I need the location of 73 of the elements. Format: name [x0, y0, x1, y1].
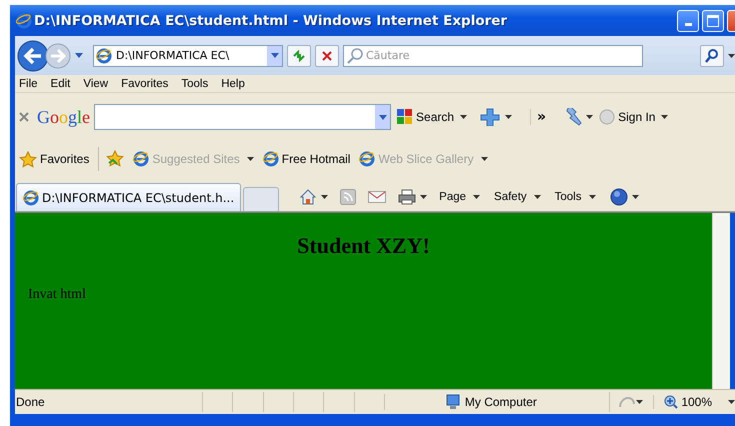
page-icon	[96, 48, 112, 64]
close-icon	[322, 50, 332, 60]
add-favorite-icon[interactable]	[106, 150, 126, 168]
star-icon	[19, 150, 37, 168]
caret-icon	[534, 195, 541, 199]
search-field[interactable]	[94, 104, 392, 130]
page-icon	[23, 190, 39, 206]
dropdown-icon[interactable]	[420, 195, 428, 199]
scrollbar[interactable]	[712, 213, 730, 389]
menu-item[interactable]: View	[79, 78, 118, 90]
zoom-icon	[664, 395, 678, 409]
feed-icon[interactable]	[340, 189, 356, 205]
squares-icon	[397, 109, 414, 125]
page-heading: Student XZY!	[296, 233, 431, 259]
favorite-link[interactable]: Free Hotmail	[260, 151, 352, 167]
menu-item[interactable]: Help	[217, 78, 254, 90]
menu-item[interactable]: Edit	[46, 78, 80, 90]
close-icon[interactable]	[19, 112, 29, 122]
window-title: D:\INFORMATICA EC\student.html - Windows Internet Explorer	[34, 12, 508, 28]
security-zone: My Computer	[464, 395, 537, 409]
minimize-button[interactable]	[677, 10, 699, 32]
dropdown-icon[interactable]	[661, 115, 668, 119]
menu-button[interactable]: Page	[437, 191, 482, 203]
maximize-button[interactable]	[702, 10, 724, 32]
more-button[interactable]: »	[530, 109, 552, 125]
dropdown-icon[interactable]	[728, 54, 735, 58]
search-icon	[347, 48, 363, 64]
search-button[interactable]: Search	[395, 109, 456, 125]
dropdown-button[interactable]	[375, 105, 390, 129]
google-logo: Google	[37, 106, 90, 128]
menu-button[interactable]: Safety	[492, 191, 543, 203]
page-icon	[262, 151, 279, 167]
dropdown-button[interactable]	[267, 46, 282, 66]
plus-icon[interactable]	[479, 108, 502, 126]
dropdown-icon[interactable]	[321, 195, 328, 199]
home-icon[interactable]	[299, 188, 318, 206]
browser-tab[interactable]: D:\INFORMATICA EC\student.h...	[16, 183, 242, 211]
sign-in-button[interactable]: Sign In	[597, 109, 658, 125]
favorites-button[interactable]: Favorites	[17, 150, 92, 168]
caret-icon	[378, 114, 387, 120]
mail-icon[interactable]	[368, 190, 386, 204]
caret-icon	[473, 195, 480, 199]
search-icon	[705, 48, 719, 62]
menu-item[interactable]: File	[15, 78, 47, 90]
dropdown-icon[interactable]	[636, 400, 644, 404]
caret-icon	[270, 53, 278, 58]
stop-button[interactable]	[315, 44, 339, 66]
back-icon[interactable]	[17, 40, 49, 72]
computer-icon	[444, 394, 461, 410]
dropdown-icon[interactable]	[75, 53, 83, 58]
status-text: Done	[15, 395, 46, 409]
page-icon	[133, 151, 150, 167]
refresh-button[interactable]	[287, 44, 311, 66]
menu-item[interactable]: Favorites	[117, 78, 178, 90]
dropdown-icon[interactable]	[460, 115, 468, 119]
circle-icon	[599, 109, 616, 125]
dropdown-icon[interactable]	[586, 115, 594, 119]
dropdown-icon[interactable]	[505, 115, 512, 119]
caret-icon	[588, 195, 596, 199]
printer-icon[interactable]	[398, 189, 416, 205]
address-field[interactable]: D:\INFORMATICA EC\	[93, 44, 283, 66]
page-text: Invat html	[28, 287, 87, 303]
dropdown-icon[interactable]	[632, 195, 638, 199]
help-icon[interactable]	[610, 188, 628, 206]
forward-icon[interactable]	[45, 42, 71, 68]
browser-logo-icon	[16, 12, 32, 28]
dropdown-icon[interactable]	[728, 400, 735, 404]
search-button[interactable]	[700, 44, 724, 66]
menu-item[interactable]: Tools	[177, 78, 218, 90]
arrows-icon	[292, 50, 306, 62]
page-icon	[359, 151, 376, 167]
menu-button[interactable]: Tools	[552, 191, 598, 203]
zoom-button[interactable]: 100%	[653, 395, 714, 409]
